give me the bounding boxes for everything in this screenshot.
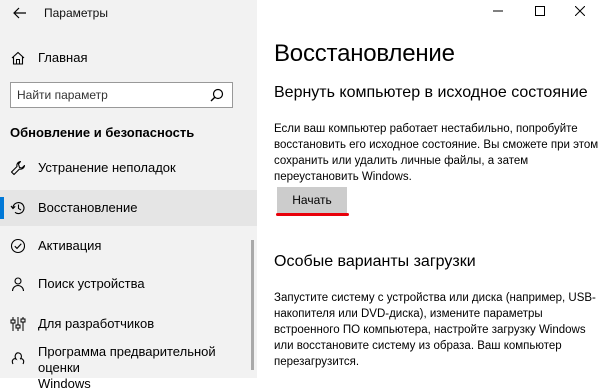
search-box[interactable] — [10, 82, 233, 108]
reset-description-line: Если ваш компьютер работает нестабильно,… — [274, 123, 578, 135]
content-pane: Восстановление Вернуть компьютер в исход… — [257, 0, 600, 378]
insider-label-line1: Программа предварительной оценки — [38, 344, 216, 375]
app-title: Параметры — [44, 6, 108, 20]
start-reset-button[interactable]: Начать — [277, 187, 347, 213]
sliders-icon — [10, 317, 26, 331]
sidebar-item-label: Программа предварительной оценки Windows — [38, 344, 257, 392]
active-indicator — [0, 197, 4, 219]
window-controls — [480, 0, 600, 22]
sidebar-item-label: Главная — [38, 50, 88, 65]
advanced-startup-line: Запустите систему с устройства или диска… — [274, 292, 596, 304]
page-title: Восстановление — [274, 40, 455, 67]
advanced-startup-line: перезагрузится. — [274, 356, 360, 368]
wrench-icon — [10, 160, 26, 176]
maximize-icon — [535, 6, 545, 16]
insider-icon — [11, 352, 25, 365]
sidebar-item-insider[interactable]: Программа предварительной оценки Windows — [0, 342, 257, 391]
advanced-startup-line: встроенного ПО компьютера, настройте заг… — [274, 324, 586, 336]
sidebar-item-label: Для разработчиков — [38, 316, 155, 331]
advanced-startup-description: Запустите систему с устройства или диска… — [274, 290, 600, 370]
sidebar-item-label: Устранение неполадок — [38, 160, 176, 175]
sidebar-item-label: Поиск устройства — [38, 276, 145, 291]
check-circle-icon — [10, 238, 26, 254]
reset-description-line: восстановить его исходное состояние. Вы … — [274, 139, 599, 151]
reset-description-line: сохранить или удалить личные файлы, а за… — [274, 155, 529, 167]
search-icon[interactable] — [210, 88, 224, 102]
history-icon — [10, 202, 25, 215]
sidebar-item-home[interactable]: Главная — [0, 44, 257, 72]
search-input[interactable] — [11, 83, 197, 107]
sidebar-scrollbar[interactable] — [251, 240, 254, 370]
sidebar: Параметры Главная Обновление и безопасно… — [0, 0, 257, 391]
sidebar-item-label: Восстановление — [38, 200, 138, 215]
close-icon — [575, 6, 585, 16]
reset-description-line: переустановить Windows. — [274, 171, 412, 183]
person-icon — [11, 277, 25, 292]
advanced-startup-title: Особые варианты загрузки — [274, 253, 476, 270]
red-annotation-underline — [276, 213, 349, 216]
insider-label-line2: Windows — [38, 376, 91, 391]
back-button[interactable] — [8, 2, 32, 24]
advanced-startup-line: накопителя или DVD-диска), измените пара… — [274, 308, 543, 320]
advanced-startup-line: или восстановите систему из образа. Ваш … — [274, 340, 562, 352]
sidebar-item-developers[interactable]: Для разработчиков — [0, 306, 257, 342]
home-icon — [11, 51, 25, 65]
sidebar-item-label: Активация — [38, 238, 102, 253]
reset-section-title: Вернуть компьютер в исходное состояние — [274, 84, 588, 101]
sidebar-item-find-device[interactable]: Поиск устройства — [0, 266, 257, 302]
sidebar-item-recovery[interactable]: Восстановление — [0, 190, 257, 226]
minimize-icon — [493, 10, 503, 12]
sidebar-item-activation[interactable]: Активация — [0, 228, 257, 264]
sidebar-item-troubleshoot[interactable]: Устранение неполадок — [0, 150, 257, 186]
maximize-button[interactable] — [522, 0, 558, 22]
back-arrow-icon — [13, 7, 26, 19]
reset-description: Если ваш компьютер работает нестабильно,… — [274, 121, 600, 185]
close-button[interactable] — [562, 0, 598, 22]
minimize-button[interactable] — [480, 0, 516, 22]
section-title: Обновление и безопасность — [10, 125, 195, 140]
